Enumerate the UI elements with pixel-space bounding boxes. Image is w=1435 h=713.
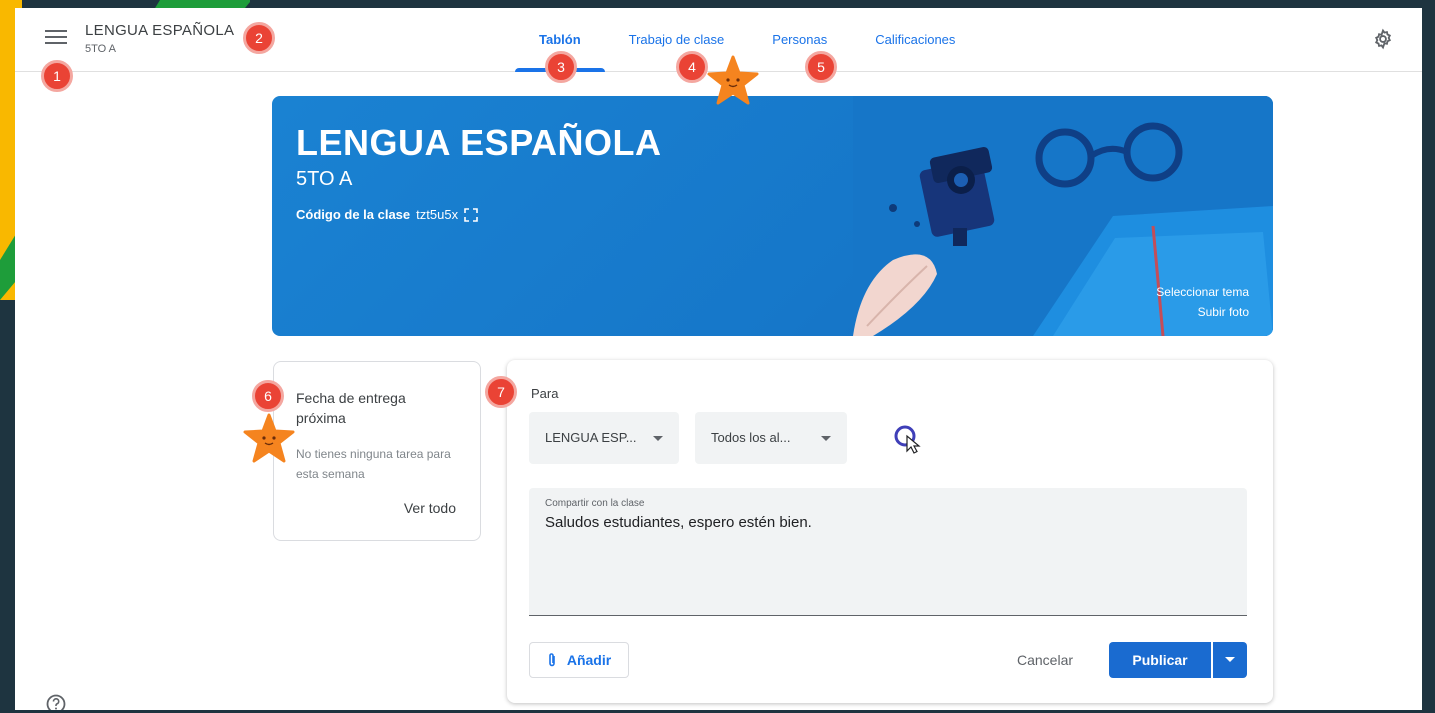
- class-select-value: LENGUA ESP...: [545, 430, 637, 445]
- view-all-link[interactable]: Ver todo: [404, 500, 456, 516]
- class-banner: LENGUA ESPAÑOLA 5TO A Código de la clase…: [272, 96, 1273, 336]
- cancel-button[interactable]: Cancelar: [1017, 652, 1073, 668]
- annotation-badge-7: 7: [485, 376, 517, 408]
- annotation-badge-5: 5: [805, 51, 837, 83]
- select-theme-link[interactable]: Seleccionar tema: [1156, 282, 1249, 302]
- annotation-badge-3: 3: [545, 51, 577, 83]
- mouse-cursor-icon: [894, 425, 921, 454]
- help-icon[interactable]: [45, 693, 67, 710]
- class-code-row: Código de la clase tzt5u5x: [296, 207, 478, 222]
- classroom-window: LENGUA ESPAÑOLA 5TO A Tablón Trabajo de …: [15, 8, 1422, 710]
- banner-section: 5TO A: [296, 168, 353, 190]
- publish-button[interactable]: Publicar: [1109, 642, 1211, 678]
- upcoming-card: Fecha de entrega próxima No tienes ningu…: [273, 361, 481, 541]
- menu-icon[interactable]: [45, 30, 67, 48]
- students-select-value: Todos los al...: [711, 430, 791, 445]
- course-section: 5TO A: [85, 43, 116, 55]
- class-code-value: tzt5u5x: [416, 207, 459, 222]
- fullscreen-icon[interactable]: [464, 207, 478, 222]
- add-button-label: Añadir: [566, 652, 612, 668]
- banner-title: LENGUA ESPAÑOLA: [296, 122, 662, 163]
- share-field-text: Saludos estudiantes, espero estén bien.: [545, 514, 812, 531]
- announcement-composer: Para LENGUA ESP... Todos los al... Compa…: [507, 360, 1273, 703]
- tab-grades[interactable]: Calificaciones: [851, 8, 979, 72]
- add-attachment-button[interactable]: Añadir: [529, 642, 629, 678]
- share-field-label: Compartir con la clase: [545, 498, 645, 509]
- share-with-class-field[interactable]: Compartir con la clase Saludos estudiant…: [529, 488, 1247, 616]
- paperclip-icon: [549, 653, 555, 667]
- course-title[interactable]: LENGUA ESPAÑOLA: [85, 22, 234, 39]
- annotation-badge-6: 6: [252, 380, 284, 412]
- class-code-label: Código de la clase: [296, 207, 411, 222]
- chevron-down-icon: [821, 436, 831, 441]
- annotation-badge-2: 2: [243, 22, 275, 54]
- chevron-down-icon: [653, 436, 663, 441]
- for-label: Para: [531, 386, 559, 401]
- students-select[interactable]: Todos los al...: [695, 412, 847, 464]
- annotation-badge-4: 4: [676, 51, 708, 83]
- star-sticker-icon: [243, 413, 295, 463]
- publish-options-button[interactable]: [1213, 642, 1247, 678]
- star-sticker-icon: [707, 55, 759, 105]
- upload-photo-link[interactable]: Subir foto: [1156, 302, 1249, 322]
- gear-icon[interactable]: [1372, 28, 1394, 50]
- banner-links: Seleccionar tema Subir foto: [1156, 282, 1249, 322]
- class-select[interactable]: LENGUA ESP...: [529, 412, 679, 464]
- upcoming-title: Fecha de entrega próxima: [296, 390, 406, 426]
- upcoming-empty-text: No tienes ninguna tarea para esta semana: [296, 447, 451, 481]
- annotation-badge-1: 1: [41, 60, 73, 92]
